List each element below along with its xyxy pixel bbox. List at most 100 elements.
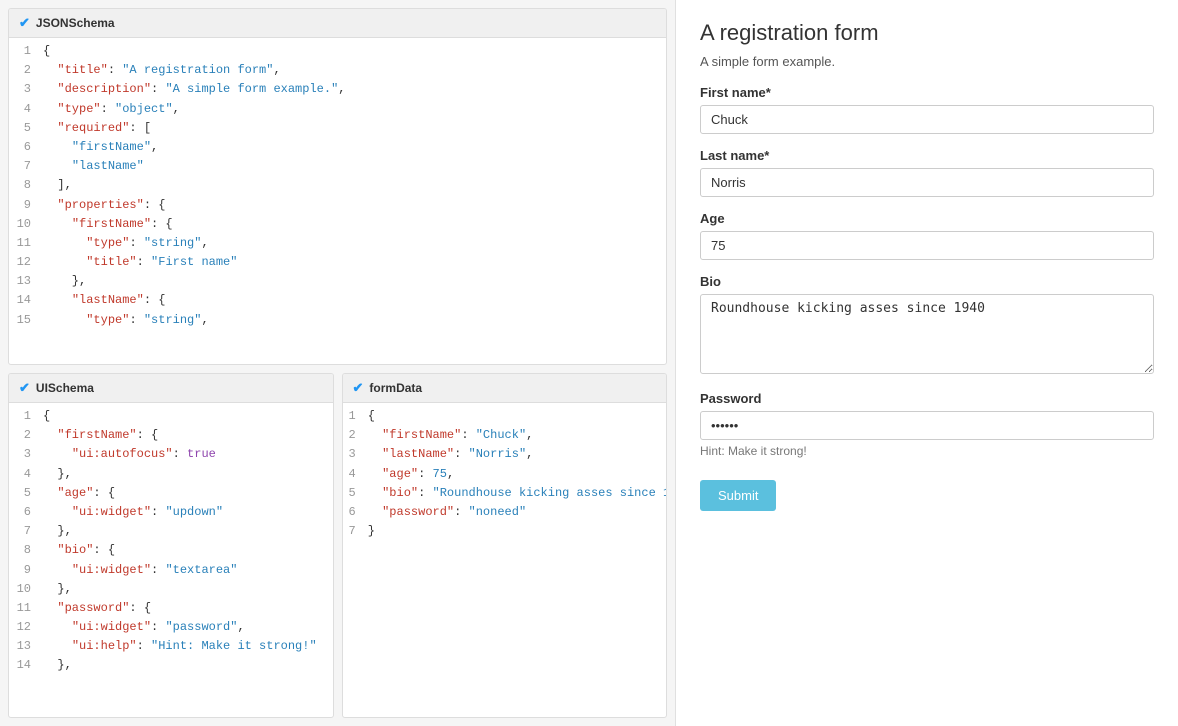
line-row: 1{	[9, 407, 333, 426]
jsonschema-content[interactable]: 1{2 "title": "A registration form",3 "de…	[9, 38, 666, 361]
check-icon-ui: ✔	[19, 380, 30, 396]
line-code: {	[39, 42, 666, 61]
line-number: 6	[343, 503, 364, 522]
line-code: "ui:widget": "textarea"	[39, 561, 333, 580]
line-code: "required": [	[39, 119, 666, 138]
line-row: 4 },	[9, 465, 333, 484]
code-token: "password"	[165, 620, 237, 634]
line-code: "ui:widget": "updown"	[39, 503, 333, 522]
code-token: "title"	[57, 63, 107, 77]
code-token: 75	[433, 467, 447, 481]
line-number: 15	[9, 311, 39, 330]
line-code: "password": "noneed"	[364, 503, 666, 522]
form-title: A registration form	[700, 20, 1154, 46]
password-label: Password	[700, 391, 1154, 406]
last-name-input[interactable]	[700, 168, 1154, 197]
line-row: 3 "description": "A simple form example.…	[9, 80, 666, 99]
line-code: "type": "string",	[39, 311, 666, 330]
code-token: "bio"	[57, 543, 93, 557]
code-token: "Norris"	[469, 447, 527, 461]
line-row: 15 "type": "string",	[9, 311, 666, 330]
line-row: 13 "ui:help": "Hint: Make it strong!"	[9, 637, 333, 656]
line-number: 4	[343, 465, 364, 484]
line-number: 12	[9, 253, 39, 272]
line-number: 12	[9, 618, 39, 637]
check-icon: ✔	[19, 15, 30, 31]
uischema-content[interactable]: 1{2 "firstName": {3 "ui:autofocus": true…	[9, 403, 333, 680]
line-code: "firstName": {	[39, 215, 666, 234]
formdata-header: ✔ formData	[343, 374, 667, 403]
line-row: 4 "age": 75,	[343, 465, 667, 484]
code-token: "age"	[57, 486, 93, 500]
line-number: 2	[343, 426, 364, 445]
line-number: 4	[9, 465, 39, 484]
line-row: 10 "firstName": {	[9, 215, 666, 234]
right-panel: A registration form A simple form exampl…	[675, 0, 1178, 726]
formdata-content[interactable]: 1{2 "firstName": "Chuck",3 "lastName": "…	[343, 403, 667, 545]
line-code: "lastName"	[39, 157, 666, 176]
line-row: 2 "title": "A registration form",	[9, 61, 666, 80]
line-code: "title": "First name"	[39, 253, 666, 272]
code-token: "password"	[382, 505, 454, 519]
jsonschema-header: ✔ JSONSchema	[9, 9, 666, 38]
code-token: "First name"	[151, 255, 237, 269]
line-number: 1	[9, 407, 39, 426]
age-input[interactable]	[700, 231, 1154, 260]
line-number: 6	[9, 138, 39, 157]
formdata-table: 1{2 "firstName": "Chuck",3 "lastName": "…	[343, 407, 667, 541]
line-code: "description": "A simple form example.",	[39, 80, 666, 99]
code-token: "Chuck"	[476, 428, 526, 442]
line-row: 7 },	[9, 522, 333, 541]
bio-label: Bio	[700, 274, 1154, 289]
first-name-label: First name*	[700, 85, 1154, 100]
line-number: 5	[9, 119, 39, 138]
password-input[interactable]	[700, 411, 1154, 440]
line-number: 10	[9, 215, 39, 234]
code-token: "object"	[115, 102, 173, 116]
line-number: 3	[9, 445, 39, 464]
first-name-input[interactable]	[700, 105, 1154, 134]
last-name-group: Last name*	[700, 148, 1154, 197]
line-row: 1{	[9, 42, 666, 61]
code-token: }	[368, 524, 375, 538]
age-label: Age	[700, 211, 1154, 226]
line-code: }	[364, 522, 666, 541]
code-token: "string"	[144, 313, 202, 327]
line-code: },	[39, 580, 333, 599]
submit-button[interactable]: Submit	[700, 480, 776, 511]
line-number: 13	[9, 272, 39, 291]
line-number: 7	[9, 522, 39, 541]
line-row: 4 "type": "object",	[9, 100, 666, 119]
line-number: 8	[9, 541, 39, 560]
code-token: {	[43, 44, 50, 58]
line-code: "ui:widget": "password",	[39, 618, 333, 637]
code-token: "type"	[86, 313, 129, 327]
last-name-label: Last name*	[700, 148, 1154, 163]
line-number: 5	[343, 484, 364, 503]
line-code: "bio": "Roundhouse kicking asses since 1…	[364, 484, 666, 503]
line-code: "bio": {	[39, 541, 333, 560]
code-token: "ui:help"	[72, 639, 137, 653]
line-row: 7}	[343, 522, 667, 541]
code-token: "lastName"	[72, 159, 144, 173]
line-code: "age": 75,	[364, 465, 666, 484]
uischema-table: 1{2 "firstName": {3 "ui:autofocus": true…	[9, 407, 333, 676]
line-number: 13	[9, 637, 39, 656]
line-row: 11 "password": {	[9, 599, 333, 618]
bio-textarea[interactable]	[700, 294, 1154, 374]
line-number: 7	[343, 522, 364, 541]
code-token: "Roundhouse kicking asses since 1940"	[433, 486, 666, 500]
line-row: 7 "lastName"	[9, 157, 666, 176]
line-number: 11	[9, 234, 39, 253]
line-code: "type": "object",	[39, 100, 666, 119]
uischema-header: ✔ UISchema	[9, 374, 333, 403]
line-code: ],	[39, 176, 666, 195]
line-code: "type": "string",	[39, 234, 666, 253]
formdata-editor: ✔ formData 1{2 "firstName": "Chuck",3 "l…	[342, 373, 668, 718]
code-token: "A registration form"	[122, 63, 273, 77]
code-token: "required"	[57, 121, 129, 135]
line-row: 6 "firstName",	[9, 138, 666, 157]
line-code: "age": {	[39, 484, 333, 503]
password-hint: Hint: Make it strong!	[700, 444, 1154, 458]
code-token: {	[368, 409, 375, 423]
